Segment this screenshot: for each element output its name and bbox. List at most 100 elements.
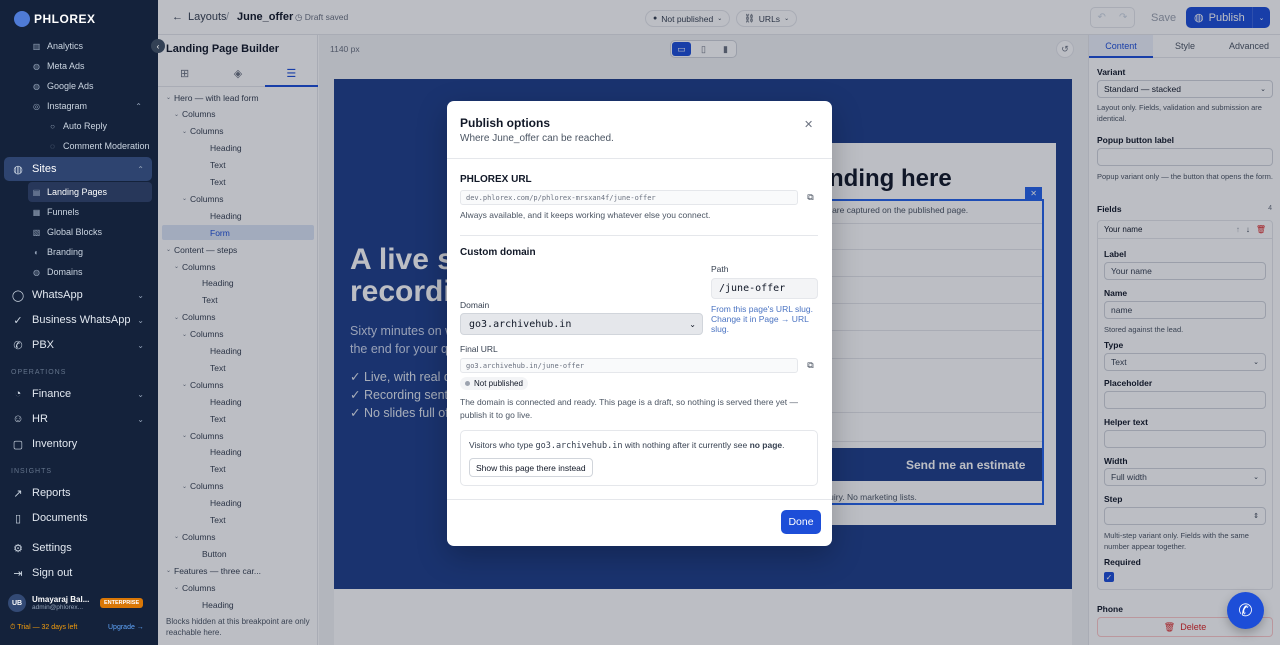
user-email: admin@phlorex... [32,604,84,611]
status-badge: Not published [460,377,528,390]
sidebar-item-label: Sign out [32,567,73,579]
phlorex-url-label: PHLOREX URL [460,174,532,185]
brand-logo[interactable]: PHLOREX [14,9,96,29]
logo-mark-icon [14,11,30,27]
domain-value: go3.archivehub.in [469,318,572,330]
show-page-there-button[interactable]: Show this page there instead [469,458,593,477]
chevron-up-icon: ⌃ [137,164,144,174]
globe-icon: ◍ [33,61,40,71]
sidebar-item-label: Finance [32,388,72,400]
finance-icon: ◔ [14,388,22,400]
sidebar-item-label: Auto Reply [63,121,108,131]
palette-icon: ◐ [34,247,39,257]
blocks-icon: ▧ [32,227,41,237]
divider [447,499,832,500]
sidebar-item-label: Funnels [47,207,80,217]
users-icon: ☺ [12,413,24,425]
document-icon: ▯ [14,512,22,525]
sidebar-item-sign-out[interactable]: ⇥ Sign out [4,561,152,585]
status-dot-icon [465,381,470,386]
sidebar-item-hr[interactable]: ☺ HR ⌄ [4,407,152,431]
sidebar-item-label: Sites [32,163,57,175]
user-name: Umayaraj Bal... [32,595,90,604]
sidebar-item-label: PBX [32,339,55,351]
sidebar-item-label: Reports [32,487,71,499]
chevron-down-icon: ⌄ [137,414,144,424]
chevron-down-icon: ⌄ [137,389,144,399]
custom-domain-label: Custom domain [460,247,536,258]
funnel-icon: ▦ [32,207,41,217]
whatsapp-icon: ◯ [11,289,25,302]
section-label-operations: OPERATIONS [11,369,67,376]
sidebar-item-inventory[interactable]: ▢ Inventory [4,432,152,456]
sidebar-item-domains[interactable]: ◍ Domains [32,262,152,282]
sidebar-item-instagram[interactable]: ◎ Instagram ⌃ [32,96,152,116]
logo-text: PHLOREX [34,12,96,26]
path-input[interactable]: /june-offer [711,278,818,299]
chevron-down-icon: ⌄ [137,315,144,325]
final-url-field[interactable]: go3.archivehub.in/june-offer [460,358,798,373]
globe-icon: ◍ [33,81,40,91]
sidebar-item-whatsapp[interactable]: ◯ WhatsApp ⌄ [4,283,152,307]
notice-text: Visitors who type [469,440,536,450]
sidebar: PHLOREX ▥ Analytics ◍ Meta Ads ◍ Google Ads… [0,0,158,645]
sidebar-item-reports[interactable]: ↗ Reports [4,481,152,505]
sidebar-item-pbx[interactable]: ✆ PBX ⌄ [4,333,152,357]
sidebar-item-label: Branding [47,247,84,257]
divider [447,158,832,159]
copy-icon[interactable]: ⧉ [804,191,817,204]
trial-notice: ⏱ Trial — 32 days left [10,624,78,631]
close-icon[interactable]: ✕ [804,118,813,131]
path-label: Path [711,264,729,274]
chevron-down-icon: ⌄ [137,290,144,300]
sidebar-item-funnels[interactable]: ▦ Funnels [32,202,152,222]
sidebar-item-documents[interactable]: ▯ Documents [4,506,152,530]
sidebar-item-google-ads[interactable]: ◍ Google Ads [32,76,152,96]
final-url-label: Final URL [460,344,498,354]
sidebar-item-finance[interactable]: ◔ Finance ⌄ [4,382,152,406]
check-circle-icon: ✓ [13,314,23,327]
sidebar-item-business-whatsapp[interactable]: ✓ Business WhatsApp ⌄ [4,308,152,332]
sidebar-item-analytics[interactable]: ▥ Analytics [32,36,152,56]
sidebar-item-label: Analytics [47,41,84,51]
phlorex-url-help: Always available, and it keeps working w… [460,210,711,220]
sidebar-item-settings[interactable]: ⚙ Settings [4,536,152,560]
domain-select[interactable]: go3.archivehub.in ⌄ [460,313,703,335]
done-button[interactable]: Done [781,510,821,534]
gear-icon: ⚙ [13,542,23,555]
sidebar-item-branding[interactable]: ◐ Branding [32,242,152,262]
sidebar-item-meta-ads[interactable]: ◍ Meta Ads [32,56,152,76]
instagram-icon: ◎ [33,101,40,111]
globe-icon: ◍ [33,267,40,277]
sidebar-item-auto-reply[interactable]: ○ Auto Reply [48,117,107,135]
page-icon: ▤ [32,187,41,197]
phlorex-url-field[interactable]: dev.phlorex.com/p/phlorex-mrsxan4f/june-… [460,190,798,205]
upgrade-link[interactable]: Upgrade → [108,624,144,631]
user-profile[interactable]: UB Umayaraj Bal... admin@phlorex... ENTE… [8,589,152,617]
shield-icon: ◌ [50,141,55,151]
sidebar-item-label: Global Blocks [47,227,103,237]
modal-subtitle-page: June_offer [492,133,540,144]
sidebar-item-label: Meta Ads [47,61,85,71]
sign-out-icon: ⇥ [13,567,23,580]
modal-title: Publish options [460,116,550,130]
chevron-down-icon: ⌄ [137,340,144,350]
collapse-sidebar-button[interactable]: ‹ [151,39,165,53]
sidebar-item-landing-pages[interactable]: ▤ Landing Pages [28,182,152,202]
copy-icon[interactable]: ⧉ [804,359,817,372]
sidebar-item-global-blocks[interactable]: ▧ Global Blocks [32,222,152,242]
phone-call-button[interactable]: ✆ [1227,592,1264,629]
sidebar-item-label: Settings [32,542,72,554]
sidebar-item-label: Comment Moderation [63,141,150,151]
avatar: UB [8,594,26,612]
box-icon: ▢ [12,438,24,451]
publish-options-modal: Publish options Where June_offer can be … [447,101,832,546]
sidebar-item-sites[interactable]: ◍ Sites ⌃ [4,157,152,181]
sidebar-item-label: Instagram [47,101,88,111]
root-domain-text: Visitors who type go3.archivehub.in with… [469,440,785,451]
sidebar-item-comment-moderation[interactable]: ◌ Comment Moderation [48,137,150,155]
sidebar-item-label: Landing Pages [47,187,108,197]
sidebar-item-label: Domains [47,267,83,277]
sidebar-item-label: Business WhatsApp [32,314,131,326]
phone-icon: ✆ [1238,600,1253,620]
